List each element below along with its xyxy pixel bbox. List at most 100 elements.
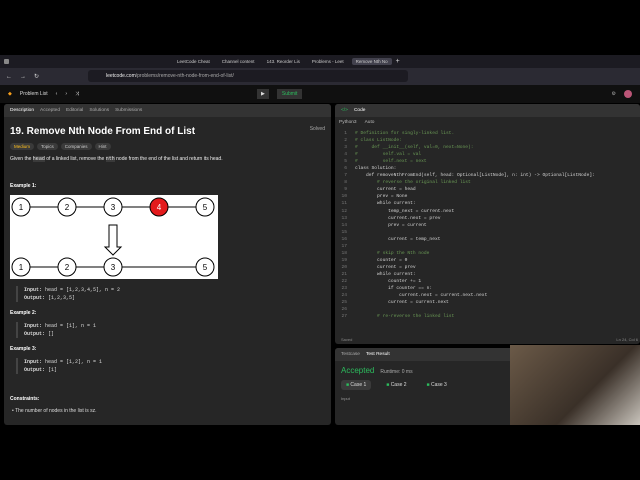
leetcode-header: ◆ Problem List ‹ › ⤨ ▶ Submit ⚙	[0, 85, 640, 103]
code-text: prev = None	[355, 194, 408, 200]
code-line: 12 temp_next = current.next	[335, 208, 640, 215]
webcam-overlay	[510, 345, 640, 425]
line-number: 25	[341, 300, 347, 306]
code-line: 24 current.next = current.next.next	[335, 292, 640, 299]
browser-tab[interactable]: Problems - Leet	[308, 58, 348, 65]
companies-tag[interactable]: Companies	[60, 143, 92, 150]
next-icon[interactable]: ›	[65, 91, 67, 97]
back-icon[interactable]: ←	[6, 74, 12, 80]
tab-submissions[interactable]: Submissions	[115, 108, 142, 113]
avatar[interactable]	[624, 90, 632, 98]
code-text: def removeNthFromEnd(self, head: Optiona…	[355, 173, 595, 179]
topics-tag[interactable]: Topics	[37, 143, 58, 150]
favicon-icon[interactable]	[4, 59, 9, 64]
code-line: 5 # self.next = next	[335, 158, 640, 165]
line-number: 2	[344, 138, 347, 144]
prev-icon[interactable]: ‹	[56, 91, 58, 97]
code-text: current.next = current.next.next	[355, 293, 488, 299]
browser-tab[interactable]: LeetCode Cheat	[173, 58, 214, 65]
browser-tab[interactable]: 143. Reorder Lis	[263, 58, 304, 65]
code-text: current = current.next	[355, 300, 449, 306]
code-text: # class ListNode:	[355, 138, 402, 144]
node-label: 2	[65, 263, 70, 272]
code-line: 1 # Definition for singly-linked list.	[335, 130, 640, 137]
code-text: # Definition for singly-linked list.	[355, 131, 455, 136]
code-line: 11 while current:	[335, 200, 640, 207]
language-select[interactable]: Python3	[339, 120, 357, 125]
code-line: 19 counter = 0	[335, 257, 640, 264]
code-line: 16 current = temp_next	[335, 236, 640, 243]
code-panel: </> Code Python3 Auto 1 # Definition for si…	[335, 104, 640, 344]
code-text: current = head	[355, 187, 416, 193]
shuffle-icon[interactable]: ⤨	[75, 91, 79, 97]
code-panel-header: </> Code	[335, 104, 640, 117]
constraints-title: Constraints:	[10, 396, 40, 402]
code-line: 27 # re-reverse the linked list	[335, 313, 640, 320]
line-number: 3	[344, 145, 347, 151]
saved-status: Saved	[341, 337, 353, 342]
settings-icon[interactable]: ⚙	[612, 91, 616, 97]
node-label: 3	[111, 263, 116, 272]
code-line: 26	[335, 306, 640, 313]
line-number: 7	[344, 173, 347, 179]
code-line: 14 prev = current	[335, 222, 640, 229]
runtime: Runtime: 0 ms	[380, 369, 413, 375]
forward-icon[interactable]: →	[20, 74, 26, 80]
browser-tab[interactable]: Channel content	[218, 58, 259, 65]
case-3-button[interactable]: ■ Case 3	[422, 380, 452, 390]
code-text: # def __init__(self, val=0, next=None):	[355, 145, 474, 151]
line-number: 22	[341, 278, 347, 284]
code-text: counter = 0	[355, 257, 408, 263]
code-line: 3 # def __init__(self, val=0, next=None):	[335, 144, 640, 151]
line-number: 4	[344, 152, 347, 158]
code-title: Code	[353, 108, 366, 113]
problem-description: Given the head of a linked list, remove …	[10, 156, 223, 162]
case-1-button[interactable]: ■ Case 1	[341, 380, 372, 390]
url-input[interactable]: leetcode.com/problems/remove-nth-node-fr…	[88, 70, 408, 82]
submit-button[interactable]: Submit	[276, 89, 303, 99]
line-number: 16	[341, 236, 347, 242]
description-panel: Description Accepted Editorial Solutions…	[4, 104, 331, 425]
auto-mode[interactable]: Auto	[365, 120, 375, 125]
code-line: 15	[335, 229, 640, 236]
code-text: current = temp_next	[355, 236, 441, 242]
tab-testcase[interactable]: Testcase	[341, 352, 360, 357]
run-icon[interactable]: ▶	[257, 89, 269, 99]
tab-accepted[interactable]: Accepted	[40, 108, 60, 113]
leetcode-logo-icon[interactable]: ◆	[8, 91, 12, 97]
line-number: 17	[341, 243, 347, 249]
line-number: 26	[341, 307, 347, 313]
code-line: 20 current = prev	[335, 264, 640, 271]
example-title: Example 1:	[10, 183, 37, 189]
code-line: 10 prev = None	[335, 193, 640, 200]
example-3: Input: head = [1,2], n = 1 Output: [1]	[16, 358, 325, 374]
tab-editorial[interactable]: Editorial	[66, 108, 83, 113]
problem-list-button[interactable]: Problem List	[20, 91, 48, 97]
status-badge: Accepted	[341, 366, 375, 375]
tab-description[interactable]: Description	[10, 108, 34, 113]
code-line: 25 current = current.next	[335, 299, 640, 306]
difficulty-badge[interactable]: Medium	[10, 143, 35, 150]
linked-list-diagram: 1 2 3 4 5 1 2 3 5	[10, 195, 218, 279]
code-line: 23 if counter == n:	[335, 285, 640, 292]
address-bar: ← → ↻ leetcode.com/problems/remove-nth-n…	[0, 68, 640, 85]
node-label: 5	[203, 263, 208, 272]
code-editor[interactable]: 1 # Definition for singly-linked list. 2 # …	[335, 128, 640, 320]
line-number: 9	[344, 187, 347, 193]
tab-test-result[interactable]: Test Result	[366, 352, 390, 357]
example-title: Example 3:	[10, 346, 37, 352]
browser-tab-active[interactable]: Remove Nth No	[351, 58, 392, 65]
line-number: 24	[341, 293, 347, 299]
hint-tag[interactable]: Hint	[94, 143, 111, 150]
example-1: Input: head = [1,2,3,4,5], n = 2 Output: …	[16, 286, 325, 302]
line-number: 13	[341, 215, 347, 221]
code-line: 22 counter += 1	[335, 278, 640, 285]
code-line: 4 # self.val = val	[335, 151, 640, 158]
new-tab-icon[interactable]: +	[396, 58, 400, 65]
case-2-button[interactable]: ■ Case 2	[381, 380, 411, 390]
code-line: 6 class Solution:	[335, 165, 640, 172]
tab-solutions[interactable]: Solutions	[89, 108, 109, 113]
reload-icon[interactable]: ↻	[34, 73, 39, 80]
code-text: counter += 1	[355, 278, 422, 284]
line-number: 6	[344, 166, 347, 172]
